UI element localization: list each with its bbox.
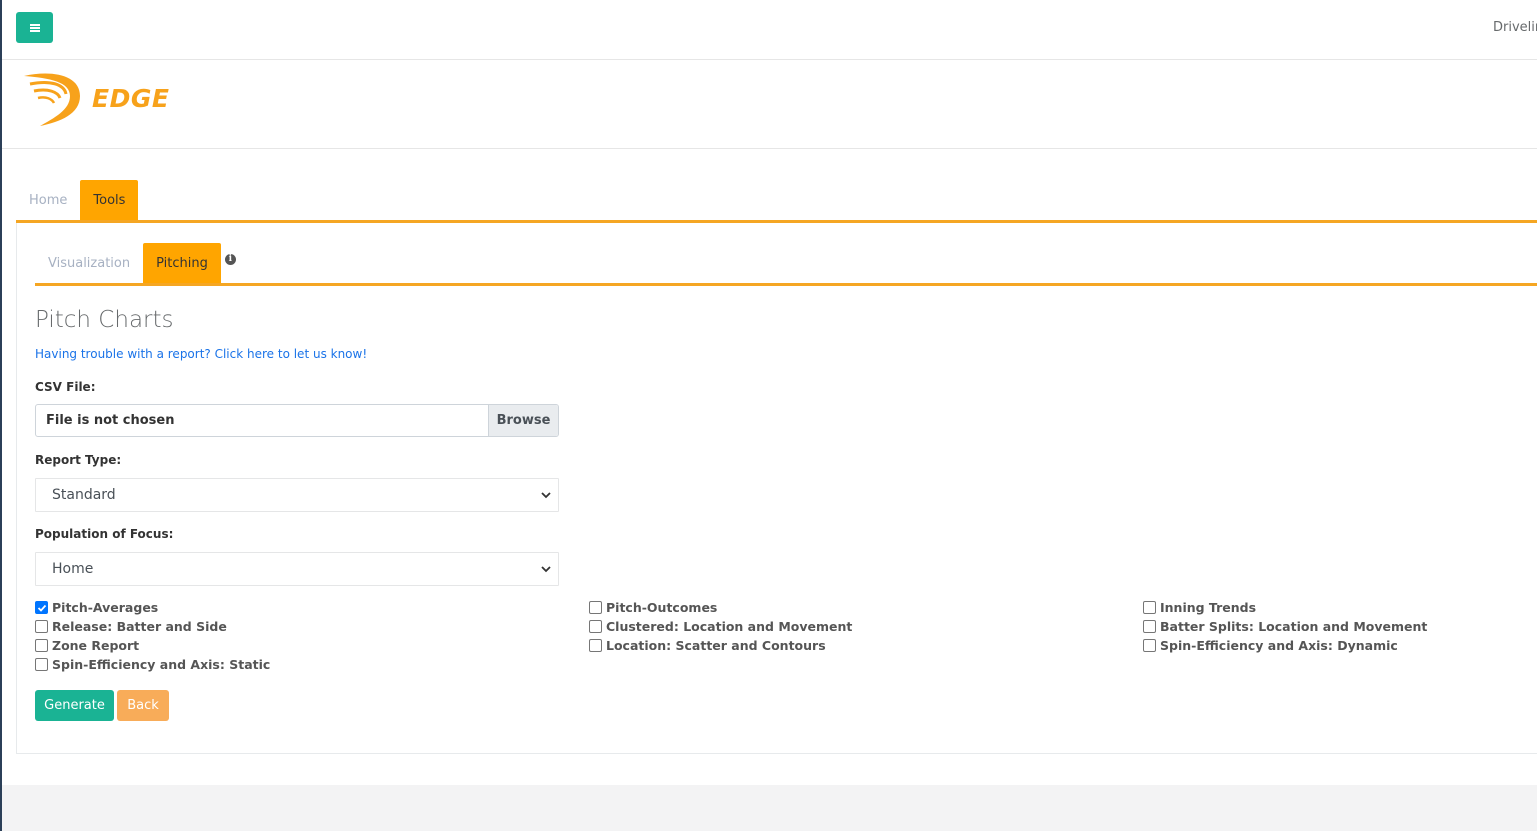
top-navbar: Driveline: [2, 0, 1537, 60]
checkbox-label: Clustered: Location and Movement: [606, 619, 853, 634]
checkbox-checked-icon[interactable]: [35, 601, 48, 614]
tab-tools[interactable]: Tools: [80, 180, 139, 220]
logo-bar: EDGE: [2, 60, 1537, 149]
checkbox-box[interactable]: [589, 601, 602, 614]
help-link[interactable]: Having trouble with a report? Click here…: [35, 347, 367, 361]
checkbox-label: Spin-Efficiency and Axis: Static: [52, 657, 271, 672]
user-label[interactable]: Driveline: [1493, 20, 1537, 35]
checkbox-zone-report[interactable]: Zone Report: [35, 638, 139, 653]
edge-logo: EDGE: [20, 68, 180, 128]
report-type-label: Report Type:: [35, 453, 122, 467]
logo-text: EDGE: [92, 84, 170, 113]
hamburger-icon: [29, 23, 40, 32]
checkbox-label: Zone Report: [52, 638, 140, 653]
checkbox-label: Location: Scatter and Contours: [606, 638, 826, 653]
sub-tabs: Visualization Pitching i: [35, 243, 236, 283]
report-checkboxes: Pitch-Averages Release: Batter and Side …: [35, 600, 1537, 680]
checkbox-box[interactable]: [1143, 620, 1156, 633]
checkbox-inning-trends[interactable]: Inning Trends: [1143, 600, 1256, 615]
checkbox-box[interactable]: [1143, 639, 1156, 652]
footer: [2, 785, 1537, 831]
main-tabs: Home Tools: [16, 180, 139, 220]
population-label: Population of Focus:: [35, 527, 174, 541]
tools-panel: Visualization Pitching i Pitch Charts Ha…: [16, 223, 1537, 754]
checkbox-label: Batter Splits: Location and Movement: [1160, 619, 1428, 634]
checkbox-box[interactable]: [35, 620, 48, 633]
menu-toggle-button[interactable]: [16, 12, 53, 43]
checkbox-label: Pitch-Averages: [52, 600, 159, 615]
checkbox-location-scatter[interactable]: Location: Scatter and Contours: [589, 638, 826, 653]
file-name-text[interactable]: File is not chosen: [36, 405, 488, 436]
tab-pitching[interactable]: Pitching: [143, 243, 221, 283]
main-content: Home Tools Visualization Pitching i Pitc…: [2, 149, 1537, 785]
csv-file-label: CSV File:: [35, 380, 96, 394]
page-title: Pitch Charts: [35, 307, 174, 333]
back-button[interactable]: Back: [117, 690, 169, 721]
tab-home[interactable]: Home: [16, 180, 80, 220]
edge-swoosh-icon: [24, 73, 80, 126]
checkbox-box[interactable]: [589, 639, 602, 652]
checkbox-release-batter-side[interactable]: Release: Batter and Side: [35, 619, 227, 634]
report-type-value: Standard: [52, 487, 116, 503]
checkbox-label: Inning Trends: [1160, 600, 1257, 615]
chevron-down-icon: [541, 566, 551, 573]
checkbox-box[interactable]: [1143, 601, 1156, 614]
checkbox-spin-static[interactable]: Spin-Efficiency and Axis: Static: [35, 657, 270, 672]
info-icon[interactable]: i: [224, 253, 236, 265]
chevron-down-icon: [541, 492, 551, 499]
sub-tab-underline: [35, 283, 1537, 286]
checkbox-box[interactable]: [35, 639, 48, 652]
csv-file-input[interactable]: File is not chosen Browse: [35, 404, 559, 437]
checkbox-label: Release: Batter and Side: [52, 619, 227, 634]
report-type-select[interactable]: Standard: [35, 478, 559, 512]
population-select[interactable]: Home: [35, 552, 559, 586]
population-value: Home: [52, 561, 94, 577]
checkbox-box[interactable]: [589, 620, 602, 633]
checkbox-pitch-averages[interactable]: Pitch-Averages: [35, 600, 158, 615]
checkbox-clustered[interactable]: Clustered: Location and Movement: [589, 619, 852, 634]
checkbox-box[interactable]: [35, 658, 48, 671]
checkbox-spin-dynamic[interactable]: Spin-Efficiency and Axis: Dynamic: [1143, 638, 1398, 653]
checkbox-pitch-outcomes[interactable]: Pitch-Outcomes: [589, 600, 717, 615]
checkbox-label: Spin-Efficiency and Axis: Dynamic: [1160, 638, 1398, 653]
tab-visualization[interactable]: Visualization: [35, 243, 143, 283]
browse-button[interactable]: Browse: [488, 405, 558, 436]
checkbox-label: Pitch-Outcomes: [606, 600, 718, 615]
checkbox-batter-splits[interactable]: Batter Splits: Location and Movement: [1143, 619, 1427, 634]
generate-button[interactable]: Generate: [35, 690, 114, 721]
